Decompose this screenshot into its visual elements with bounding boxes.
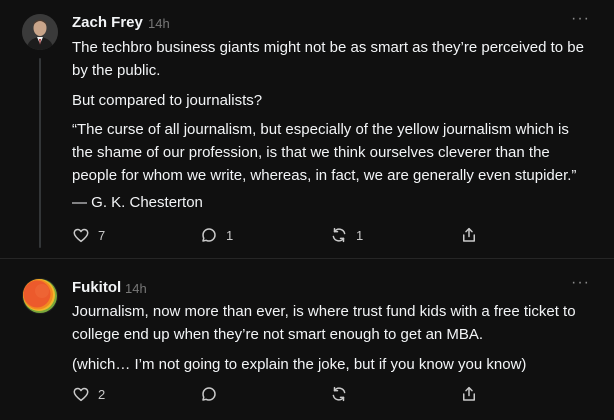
author-name[interactable]: Zach Frey — [72, 14, 143, 31]
share-button[interactable] — [460, 224, 478, 246]
post-actions: 7 1 1 — [72, 224, 492, 246]
thread-feed: Zach Frey 14h ··· The techbro business g… — [0, 0, 614, 420]
thread-line — [39, 58, 41, 248]
post-actions: 2 — [72, 383, 492, 405]
author-name[interactable]: Fukitol — [72, 279, 121, 296]
timestamp[interactable]: 14h — [125, 281, 147, 296]
reply-button[interactable]: 1 — [200, 224, 233, 246]
comment-icon — [200, 226, 218, 244]
quote-attribution: — G. K. Chesterton — [72, 194, 203, 211]
post-text: (which… I’m not going to explain the jok… — [72, 356, 527, 373]
avatar[interactable] — [22, 278, 58, 314]
repost-icon — [330, 385, 348, 403]
more-options-icon[interactable]: ··· — [571, 275, 590, 291]
like-count: 2 — [98, 386, 106, 402]
comment-icon — [200, 385, 218, 403]
heart-icon — [72, 226, 90, 244]
like-count: 7 — [98, 227, 106, 243]
heart-icon — [72, 385, 90, 403]
share-icon — [460, 226, 478, 244]
post-divider — [0, 258, 614, 259]
post-text: But compared to journalists? — [72, 92, 263, 109]
repost-button[interactable]: 1 — [330, 224, 363, 246]
share-button[interactable] — [460, 383, 478, 405]
reply-count: 1 — [226, 227, 234, 243]
repost-button[interactable] — [330, 383, 356, 405]
repost-count: 1 — [356, 227, 364, 243]
like-button[interactable]: 2 — [72, 383, 105, 405]
timestamp[interactable]: 14h — [148, 16, 170, 31]
post: Zach Frey 14h ··· The techbro business g… — [0, 0, 614, 268]
repost-icon — [330, 226, 348, 244]
post-text: Journalism, now more than ever, is where… — [72, 303, 576, 343]
more-options-icon[interactable]: ··· — [571, 11, 590, 27]
post-text: The techbro business giants might not be… — [72, 39, 584, 79]
avatar[interactable] — [22, 14, 58, 50]
share-icon — [460, 385, 478, 403]
post-quote: “The curse of all journalism, but especi… — [72, 121, 577, 184]
reply-button[interactable] — [200, 383, 226, 405]
like-button[interactable]: 7 — [72, 224, 105, 246]
post: Fukitol 14h ··· Journalism, now more tha… — [0, 268, 614, 420]
